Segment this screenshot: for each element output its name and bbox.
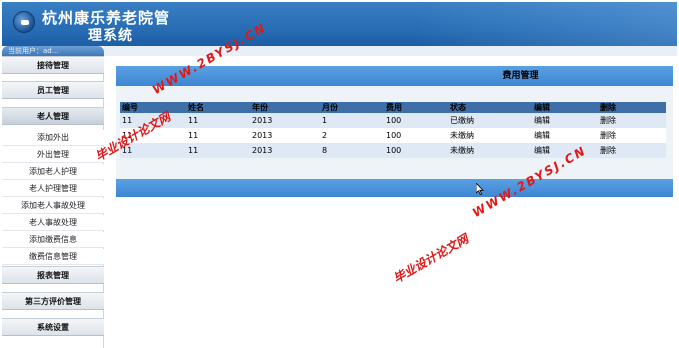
sidebar-group-reports[interactable]: 报表管理: [2, 266, 104, 284]
cell-name: 11: [186, 113, 250, 128]
cell-month: 8: [320, 143, 384, 158]
sidebar-item-add-care[interactable]: 添加老人护理: [2, 164, 104, 180]
column-header-month: 月份: [320, 102, 384, 113]
cell-year: 2013: [250, 128, 320, 143]
cell-fee: 100: [384, 113, 448, 128]
column-header-name: 姓名: [186, 102, 250, 113]
cell-status: 未缴纳: [448, 143, 532, 158]
cell-month: 2: [320, 128, 384, 143]
sidebar-group-third-party[interactable]: 第三方评价管理: [2, 292, 104, 310]
sidebar: 接待管理 员工管理 老人管理 添加外出 外出管理 添加老人护理 老人护理管理 添…: [2, 56, 104, 348]
sidebar-item-accident-manage[interactable]: 老人事故处理: [2, 215, 104, 231]
column-header-edit: 编辑: [532, 102, 598, 113]
header-decoration: [417, 2, 677, 46]
cell-status: 未缴纳: [448, 128, 532, 143]
cell-fee: 100: [384, 143, 448, 158]
sidebar-item-payment-manage[interactable]: 缴费信息管理: [2, 249, 104, 265]
sidebar-group-settings[interactable]: 系统设置: [2, 318, 104, 336]
edit-link[interactable]: 编辑: [534, 131, 550, 140]
sidebar-item-add-outing[interactable]: 添加外出: [2, 130, 104, 146]
sidebar-group-elderly[interactable]: 老人管理: [2, 107, 104, 125]
cell-name: 11: [186, 128, 250, 143]
column-header-status: 状态: [448, 102, 532, 113]
column-header-year: 年份: [250, 102, 320, 113]
cell-status: 已缴纳: [448, 113, 532, 128]
top-strip: [104, 46, 677, 56]
current-user-text: 当前用户：ad...: [8, 47, 59, 55]
column-header-fee: 费用: [384, 102, 448, 113]
panel-footer-bar: [116, 179, 673, 197]
sidebar-group-staff[interactable]: 员工管理: [2, 81, 104, 99]
table-header-row: 编号 姓名 年份 月份 费用 状态 编辑 删除: [120, 102, 666, 113]
cell-month: 1: [320, 113, 384, 128]
cell-year: 2013: [250, 143, 320, 158]
user-bar: 当前用户：ad...: [2, 46, 104, 56]
delete-link[interactable]: 删除: [600, 131, 616, 140]
cell-fee: 100: [384, 128, 448, 143]
app-header: 杭州康乐养老院管 理系统: [2, 2, 677, 46]
app-title-line2: 理系统: [88, 28, 133, 44]
sidebar-group-reception[interactable]: 接待管理: [2, 56, 104, 74]
edit-link[interactable]: 编辑: [534, 116, 550, 125]
column-header-id: 编号: [120, 102, 186, 113]
fee-management-panel: 费用管理 编号 姓名 年份 月份 费用 状态 编辑 删除 11 11 2013 …: [116, 66, 673, 197]
sidebar-item-care-manage[interactable]: 老人护理管理: [2, 181, 104, 197]
edit-link[interactable]: 编辑: [534, 146, 550, 155]
delete-link[interactable]: 删除: [600, 146, 616, 155]
sidebar-item-add-accident[interactable]: 添加老人事故处理: [2, 198, 104, 214]
column-header-delete: 删除: [598, 102, 666, 113]
cell-name: 11: [186, 143, 250, 158]
page-title: 费用管理: [502, 71, 539, 81]
sidebar-item-add-payment[interactable]: 添加缴费信息: [2, 232, 104, 248]
delete-link[interactable]: 删除: [600, 116, 616, 125]
table-row: 11 11 2013 1 100 已缴纳 编辑 删除: [120, 113, 666, 128]
sidebar-item-outing-manage[interactable]: 外出管理: [2, 147, 104, 163]
cell-year: 2013: [250, 113, 320, 128]
table-row: 11 11 2013 2 100 未缴纳 编辑 删除: [120, 128, 666, 143]
logo-icon: [13, 11, 35, 33]
watermark-text: 毕业设计论文网: [391, 231, 471, 286]
mouse-cursor-icon: [476, 183, 484, 195]
